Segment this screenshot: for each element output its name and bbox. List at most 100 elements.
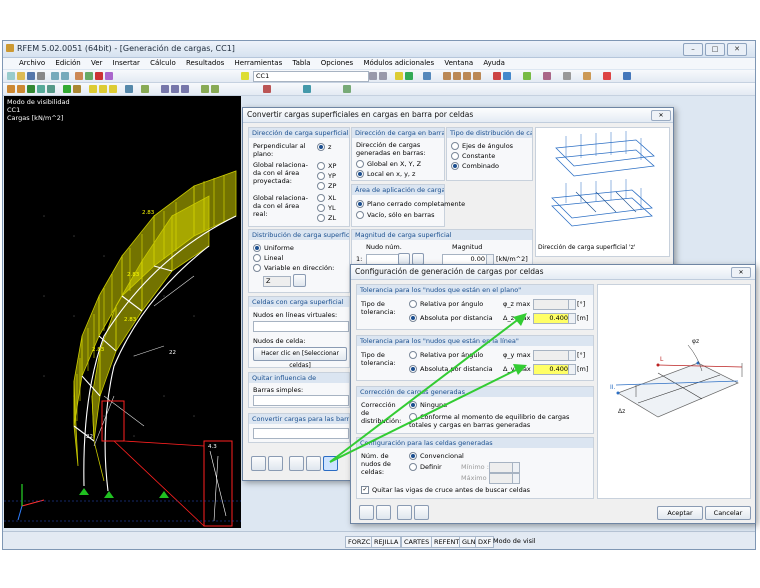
prev-icon[interactable] [369, 72, 377, 80]
radio-absolute-distance[interactable]: Absoluta por distancia [409, 365, 493, 373]
phi-spin[interactable] [568, 350, 576, 361]
generate-icon[interactable] [125, 85, 133, 93]
delta-input[interactable]: 0.400 [533, 313, 571, 324]
snap-icon[interactable] [543, 72, 551, 80]
close-button[interactable]: ✕ [731, 267, 751, 278]
next-icon[interactable] [379, 72, 387, 80]
radio-variable[interactable]: Variable en dirección: [253, 264, 334, 272]
radio-conventional[interactable]: Convencional [409, 452, 464, 460]
view-iso-icon[interactable] [443, 72, 451, 80]
delta-spin[interactable] [568, 364, 576, 375]
menu-calculo[interactable]: Cálculo [150, 58, 176, 69]
pan-icon[interactable] [303, 85, 311, 93]
status-refent[interactable]: REFENT [431, 536, 463, 548]
phi-input[interactable] [533, 299, 571, 310]
phi-input[interactable] [533, 350, 571, 361]
radio-none[interactable]: Ninguna [409, 401, 447, 409]
hinge-icon[interactable] [73, 85, 81, 93]
radio-uniform[interactable]: Uniforme [253, 244, 294, 252]
virtual-nodes-input[interactable] [253, 321, 349, 332]
rotate-icon[interactable] [171, 85, 179, 93]
direction-select[interactable]: Z [263, 276, 291, 287]
values-icon[interactable] [405, 72, 413, 80]
load-node-icon[interactable] [89, 85, 97, 93]
radio-closed-plane[interactable]: Plano cerrado completamente [356, 200, 465, 208]
redo-icon[interactable] [61, 72, 69, 80]
status-cartes[interactable]: CARTES [401, 536, 433, 548]
menu-tabla[interactable]: Tabla [292, 58, 310, 69]
menu-herramientas[interactable]: Herramientas [235, 58, 283, 69]
line-icon[interactable] [17, 85, 25, 93]
select-icon[interactable] [75, 72, 83, 80]
convert-bars-input[interactable] [253, 428, 349, 439]
connect-icon[interactable] [211, 85, 219, 93]
loadcase-select[interactable]: CC1 [253, 71, 369, 82]
menu-resultados[interactable]: Resultados [186, 58, 224, 69]
radio-z[interactable]: z [317, 143, 331, 151]
calc-icon[interactable] [95, 72, 103, 80]
select-cells-button[interactable]: Hacer clic en [Seleccionar celdas] [253, 347, 347, 369]
radio-yp[interactable]: YP [317, 172, 336, 180]
menu-archivo[interactable]: Archivo [19, 58, 45, 69]
radio-constant[interactable]: Constante [451, 152, 495, 160]
section-icon[interactable] [141, 85, 149, 93]
undo-icon[interactable] [51, 72, 59, 80]
filter-icon[interactable] [583, 72, 591, 80]
status-forzc[interactable]: FORZC [345, 536, 374, 548]
settings-button[interactable] [323, 456, 338, 471]
move-icon[interactable] [161, 85, 169, 93]
radio-angle-axes[interactable]: Ejes de ángulos [451, 142, 513, 150]
model-check-icon[interactable] [263, 85, 271, 93]
units-button[interactable] [376, 505, 391, 520]
export-button[interactable] [306, 456, 321, 471]
radio-relative-angle[interactable]: Relativa por ángulo [409, 351, 483, 359]
radio-define[interactable]: Definir [409, 463, 442, 471]
save-icon[interactable] [27, 72, 35, 80]
radio-conform[interactable]: Conforme al momento de equilibrio de car… [409, 413, 589, 429]
open-icon[interactable] [17, 72, 25, 80]
delta-input[interactable]: 0.400 [533, 364, 571, 375]
zoom-icon[interactable] [423, 72, 431, 80]
menu-insertar[interactable]: Insertar [113, 58, 140, 69]
view-x-icon[interactable] [453, 72, 461, 80]
maximum-spin[interactable] [512, 473, 520, 484]
load-member-icon[interactable] [99, 85, 107, 93]
load-defaults-button[interactable] [397, 505, 412, 520]
minimum-spin[interactable] [512, 462, 520, 473]
color-button[interactable] [289, 456, 304, 471]
ok-button[interactable]: Aceptar [657, 506, 703, 520]
help-button[interactable] [251, 456, 266, 471]
minimize-button[interactable]: – [683, 43, 703, 56]
radio-empty-bars[interactable]: Vacío, sólo en barras [356, 211, 435, 219]
radio-yl[interactable]: YL [317, 204, 336, 212]
delta-spin[interactable] [568, 313, 576, 324]
phi-spin[interactable] [568, 299, 576, 310]
radio-global-xyz[interactable]: Global en X, Y, Z [356, 160, 421, 168]
help-button[interactable] [359, 505, 374, 520]
maximize-button[interactable]: □ [705, 43, 725, 56]
radio-linear[interactable]: Lineal [253, 254, 283, 262]
surface-icon[interactable] [37, 85, 45, 93]
view-y-icon[interactable] [463, 72, 471, 80]
view-z-icon[interactable] [473, 72, 481, 80]
render-icon[interactable] [493, 72, 501, 80]
results-icon[interactable] [105, 72, 113, 80]
show-loads-icon[interactable] [395, 72, 403, 80]
radio-absolute-distance[interactable]: Absoluta por distancia [409, 314, 493, 322]
remove-crossing-beams-checkbox[interactable]: ✓ Quitar las vigas de cruce antes de busc… [361, 486, 530, 494]
radio-combined[interactable]: Combinado [451, 162, 499, 170]
solid-icon[interactable] [47, 85, 55, 93]
member-icon[interactable] [27, 85, 35, 93]
menu-ventana[interactable]: Ventana [444, 58, 473, 69]
print-icon[interactable] [37, 72, 45, 80]
model-viewport[interactable]: Modo de visibilidad CC1 Cargas [kN/m^2] [4, 96, 241, 528]
radio-xl[interactable]: XL [317, 194, 336, 202]
menu-modulos[interactable]: Módulos adicionales [363, 58, 434, 69]
close-button[interactable]: ✕ [727, 43, 747, 56]
pick-direction-button[interactable] [293, 274, 306, 287]
radio-local-xyz[interactable]: Local en x, y, z [356, 170, 415, 178]
grid-icon[interactable] [563, 72, 571, 80]
load-surface-icon[interactable] [109, 85, 117, 93]
menu-ver[interactable]: Ver [91, 58, 102, 69]
cancel-button[interactable]: Cancelar [705, 506, 751, 520]
